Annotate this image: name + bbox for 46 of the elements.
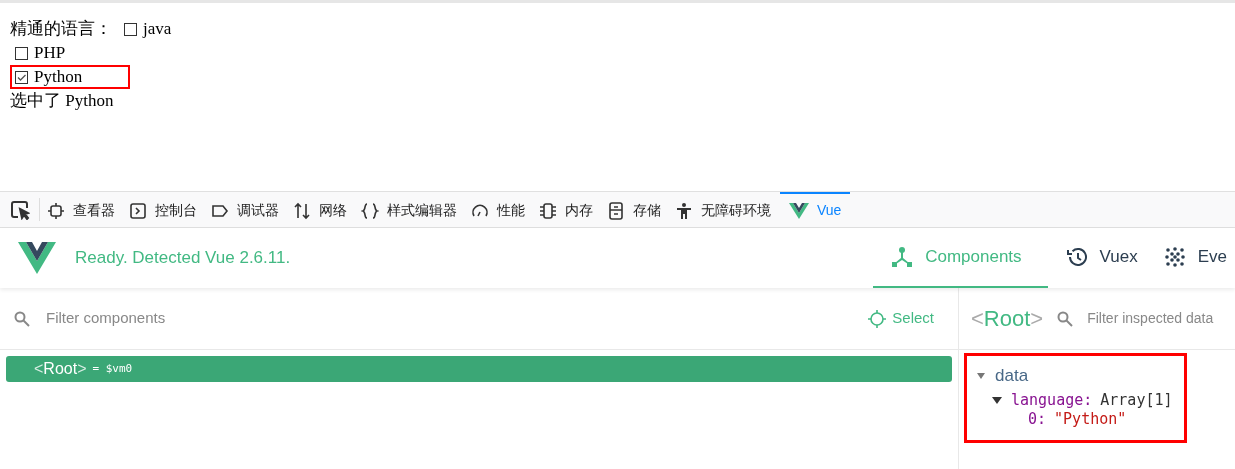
chip-icon — [539, 201, 557, 220]
updown-arrows-icon — [293, 201, 311, 220]
cursor-icon — [9, 199, 30, 220]
property-value: Array[1] — [1100, 390, 1173, 410]
option-label: Python — [34, 66, 83, 88]
panel-tab[interactable]: Eve — [1145, 228, 1235, 288]
filter-field[interactable]: Filter components — [46, 307, 869, 330]
braces-icon — [361, 201, 379, 220]
search-icon — [14, 310, 30, 327]
devtools-tab[interactable]: 内存 — [534, 192, 598, 227]
result-text: 选中了 Python — [10, 90, 115, 112]
storage-icon — [607, 201, 625, 220]
devtools-tab[interactable]: 无障碍环境 — [670, 192, 776, 227]
vue-logo-icon — [789, 201, 809, 220]
devtools-tab[interactable]: 样式编辑器 — [356, 192, 462, 227]
question-label: 精通的语言： — [10, 18, 112, 40]
panel-tab[interactable]: Vuex — [1047, 228, 1146, 288]
checkbox[interactable] — [124, 22, 137, 36]
search-icon — [1057, 310, 1074, 327]
section-label: data — [995, 365, 1029, 388]
dots-icon — [1163, 246, 1186, 268]
devtools-tab[interactable]: 调试器 — [206, 192, 284, 227]
console-icon — [129, 201, 147, 220]
devtools-tab[interactable]: 查看器 — [42, 192, 120, 227]
filter-field[interactable]: Filter inspected data — [1087, 308, 1228, 329]
property-value: "Python" — [1054, 410, 1127, 428]
option-label: PHP — [34, 42, 66, 64]
tree-icon — [891, 246, 914, 268]
property-key: 0: — [1028, 410, 1047, 428]
status-text: Ready. Detected Vue 2.6.11. — [75, 247, 291, 270]
vue-logo-icon — [18, 241, 56, 275]
person-icon — [675, 201, 693, 220]
devtools-tab[interactable]: 控制台 — [124, 192, 202, 227]
history-icon — [1065, 246, 1088, 268]
option-label: java — [143, 18, 172, 40]
frame-icon — [47, 201, 65, 220]
property-key: language: — [1011, 390, 1093, 410]
devtools-tab[interactable]: Vue — [780, 192, 851, 227]
component-title: <Root> — [971, 305, 1044, 333]
devtools-tab[interactable]: 性能 — [466, 192, 530, 227]
checkbox[interactable] — [15, 70, 28, 84]
crosshair-icon — [868, 309, 887, 328]
devtools-tab[interactable]: 存储 — [602, 192, 666, 227]
checkbox[interactable] — [15, 46, 28, 60]
expand-triangle-icon[interactable] — [992, 396, 1002, 404]
devtools-tab[interactable]: 网络 — [288, 192, 352, 227]
